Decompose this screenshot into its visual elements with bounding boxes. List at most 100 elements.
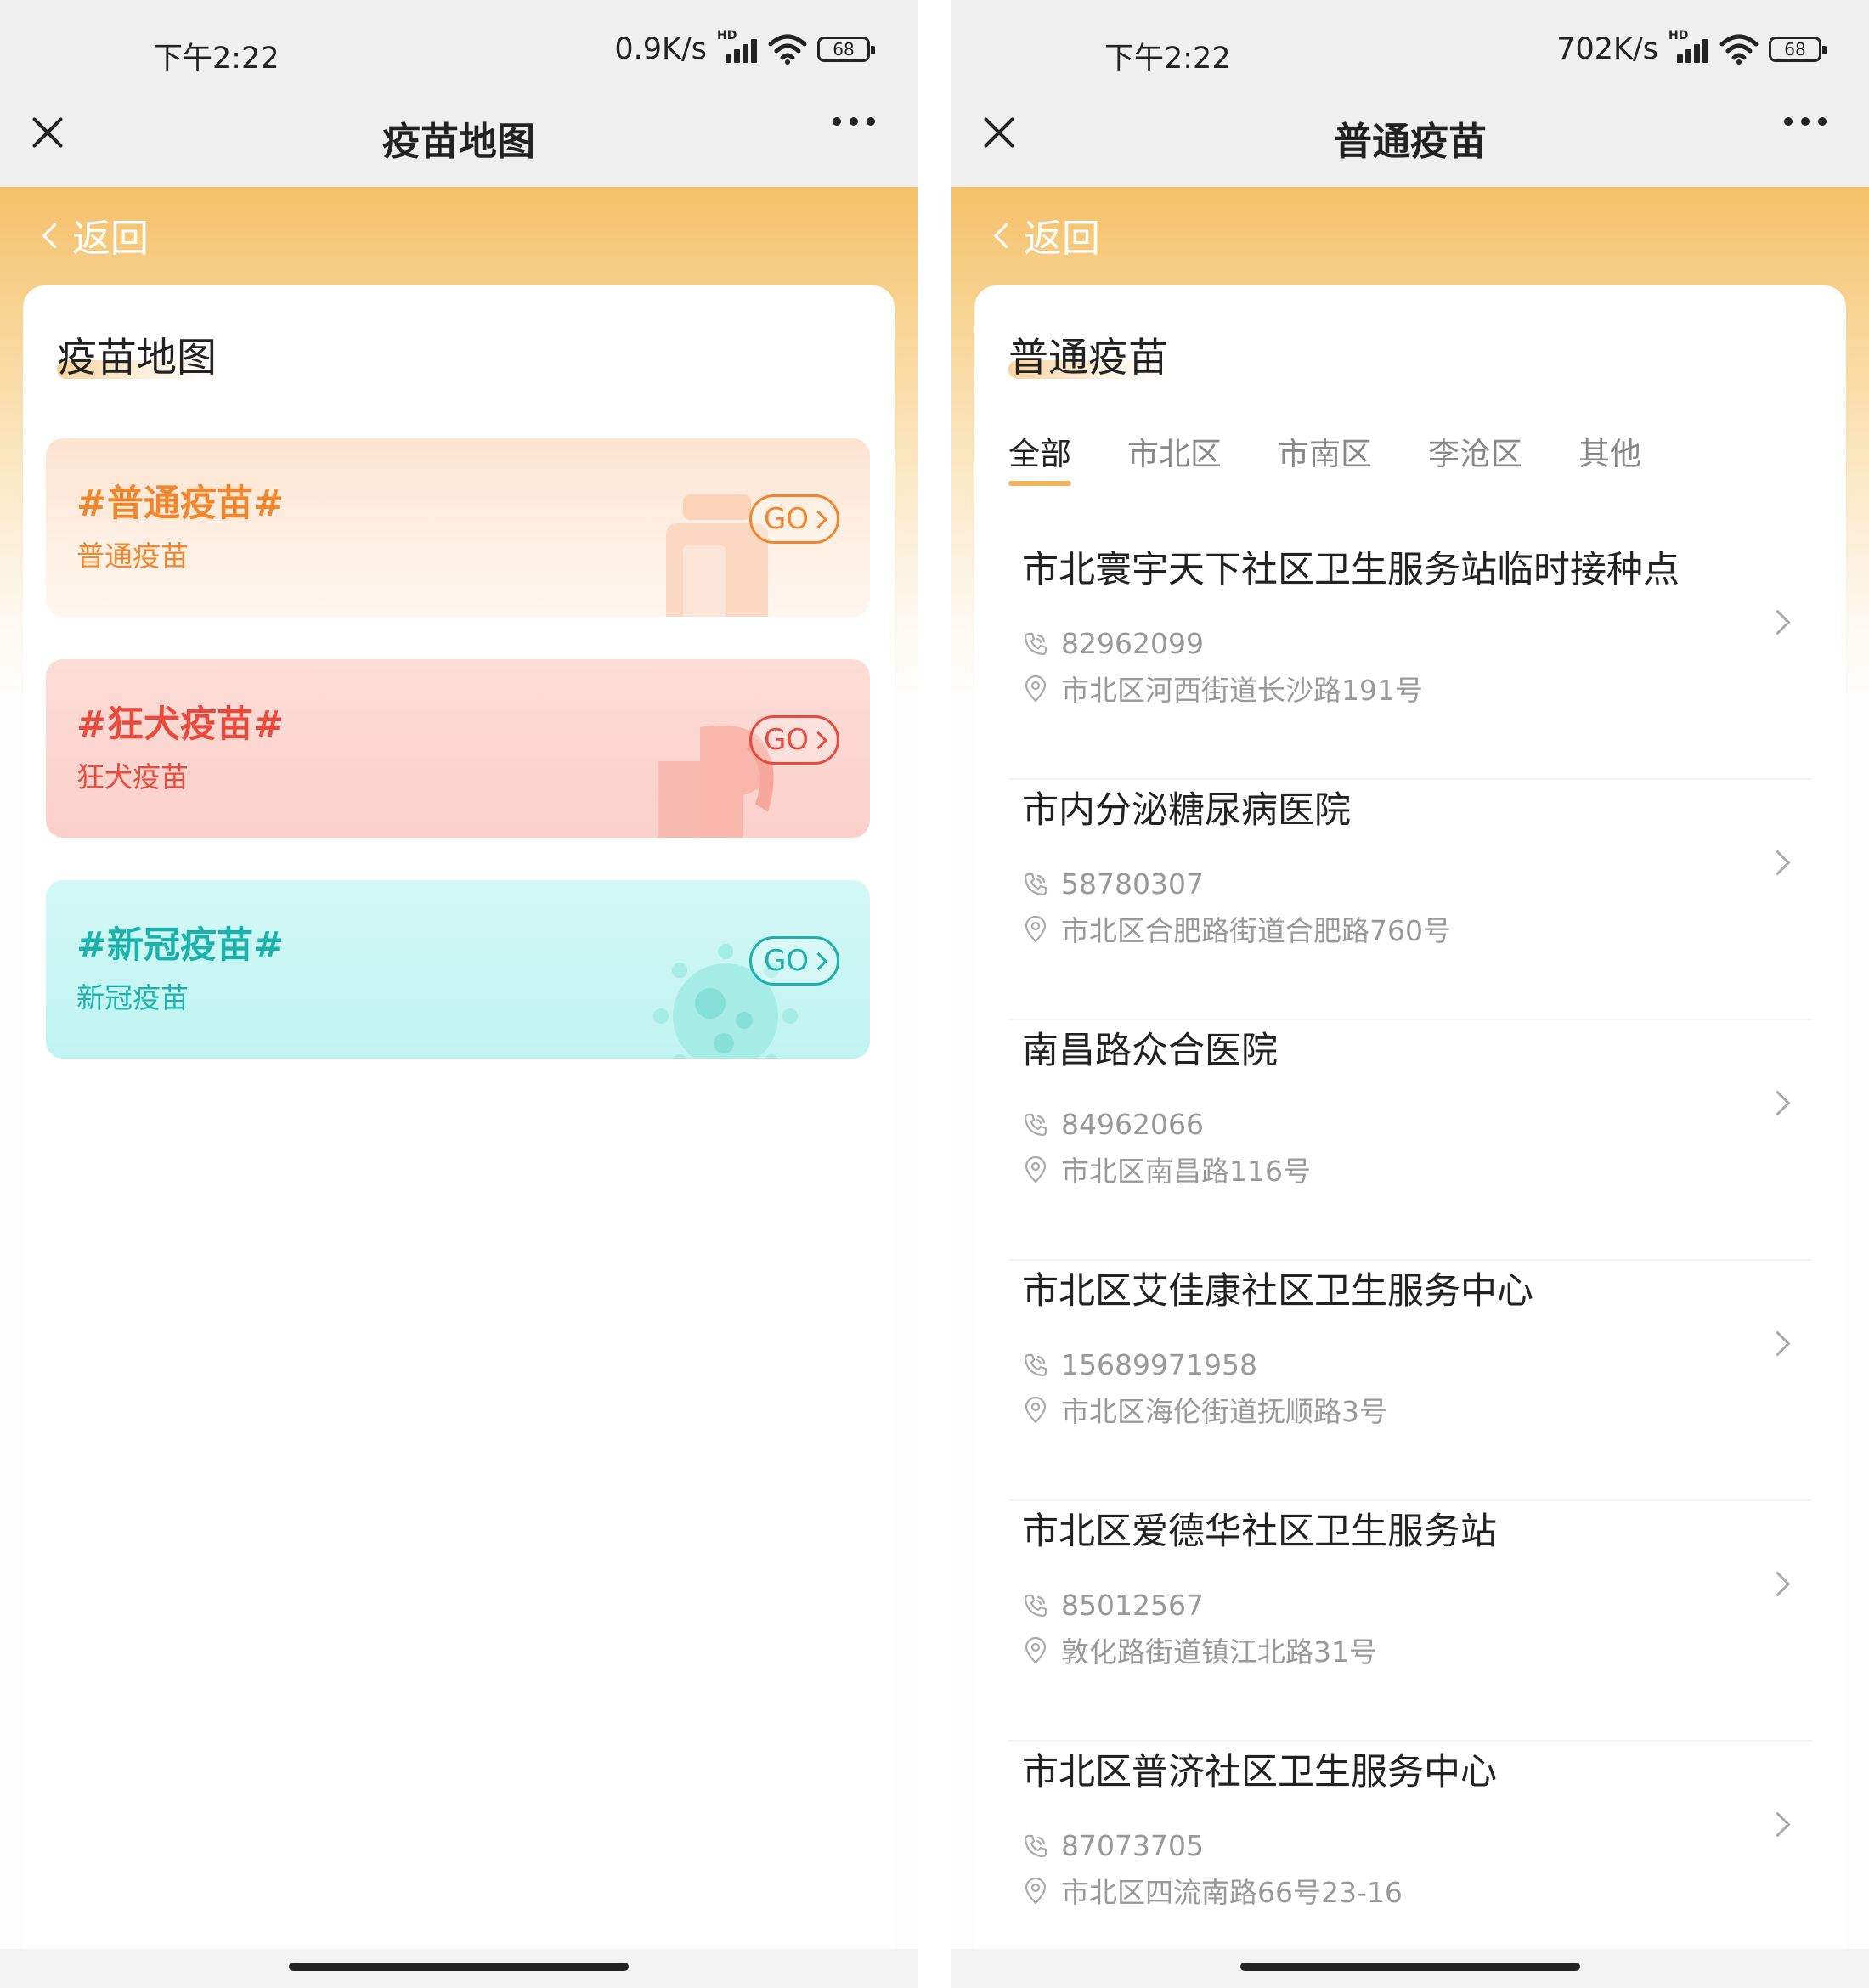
chevron-right-icon	[1765, 1090, 1791, 1116]
signal-icon: HD	[1669, 29, 1709, 66]
regular-vaccine-screen: 下午2:22 702K/s HD 68 普通疫苗 返回 普通疫苗 全部 市北区 …	[951, 0, 1869, 1988]
section-title: 疫苗地图	[57, 335, 217, 381]
go-label: GO	[763, 502, 810, 536]
home-indicator[interactable]	[0, 1949, 918, 1988]
chevron-right-icon	[1765, 1571, 1791, 1597]
home-indicator[interactable]	[951, 1949, 1869, 1988]
location-address-row: 市北区海伦街道抚顺路3号	[1022, 1389, 1387, 1430]
tab-licang[interactable]: 李沧区	[1428, 428, 1522, 474]
location-name: 市内分泌糖尿病医院	[1022, 789, 1351, 832]
location-phone: 15689971958	[1061, 1348, 1257, 1381]
location-phone-row[interactable]: 15689971958	[1022, 1348, 1257, 1381]
go-label: GO	[763, 723, 810, 757]
go-button[interactable]: GO	[749, 936, 839, 986]
divider	[1008, 1499, 1812, 1501]
more-icon[interactable]	[1784, 117, 1827, 126]
location-address: 市北区河西街道长沙路191号	[1061, 674, 1423, 707]
more-icon[interactable]	[833, 117, 875, 126]
location-address: 敦化路街道镇江北路31号	[1061, 1635, 1377, 1669]
category-title: #普通疫苗#	[76, 483, 285, 525]
location-phone-row[interactable]: 82962099	[1022, 627, 1204, 660]
divider	[1008, 778, 1812, 780]
location-name: 市北区艾佳康社区卫生服务中心	[1022, 1270, 1533, 1313]
location-phone-row[interactable]: 58780307	[1022, 867, 1204, 901]
location-list-item[interactable]: 市北寰宇天下社区卫生服务站临时接种点 82962099 市北区河西街道长沙路191号	[974, 540, 1846, 780]
title-bar: 疫苗地图	[0, 85, 918, 187]
go-label: GO	[763, 944, 810, 978]
location-phone-row[interactable]: 85012567	[1022, 1589, 1204, 1622]
location-phone-row[interactable]: 84962066	[1022, 1108, 1204, 1141]
chevron-right-icon	[1765, 609, 1791, 635]
page-title: 普通疫苗	[1333, 119, 1487, 164]
status-indicators: 702K/s HD 68	[1556, 29, 1827, 66]
back-label: 返回	[1024, 216, 1101, 261]
location-address-row: 市北区四流南路66号23-16	[1022, 1870, 1403, 1911]
location-list-item[interactable]: 市北区爱德华社区卫生服务站 85012567 敦化路街道镇江北路31号	[974, 1502, 1846, 1742]
status-time: 下午2:22	[153, 42, 280, 76]
go-button[interactable]: GO	[749, 494, 839, 544]
vaccine-map-screen: 下午2:22 0.9K/s HD 68 疫苗地图 返回 疫苗地图 #普通疫苗# …	[0, 0, 918, 1988]
wifi-icon	[1719, 34, 1759, 65]
phone-icon	[1022, 1352, 1049, 1379]
category-title: #新冠疫苗#	[76, 924, 285, 967]
back-label: 返回	[72, 216, 150, 261]
page-title: 疫苗地图	[381, 119, 535, 164]
location-address-row: 市北区南昌路116号	[1022, 1149, 1311, 1189]
location-list-item[interactable]: 市北区艾佳康社区卫生服务中心 15689971958 市北区海伦街道抚顺路3号	[974, 1262, 1846, 1501]
phone-icon	[1022, 1592, 1049, 1619]
location-phone: 58780307	[1061, 867, 1204, 901]
location-pin-icon	[1022, 1636, 1049, 1664]
content-card: 疫苗地图 #普通疫苗# 普通疫苗 GO #狂犬疫苗# 狂犬疫苗 GO #新冠疫苗…	[23, 285, 895, 1988]
location-address: 市北区南昌路116号	[1061, 1155, 1311, 1188]
location-address: 市北区海伦街道抚顺路3号	[1061, 1395, 1387, 1428]
phone-icon	[1022, 1111, 1049, 1138]
category-card-covid-vaccine[interactable]: #新冠疫苗# 新冠疫苗 GO	[46, 880, 870, 1059]
back-button[interactable]: 返回	[42, 207, 150, 263]
tab-all[interactable]: 全部	[1008, 428, 1071, 486]
chevron-right-icon	[1765, 850, 1791, 876]
location-list-item[interactable]: 市北区普济社区卫生服务中心 87073705 市北区四流南路66号23-16	[974, 1742, 1846, 1982]
location-name: 市北区普济社区卫生服务中心	[1022, 1751, 1497, 1793]
tab-other[interactable]: 其他	[1578, 428, 1641, 474]
battery-level: 68	[833, 39, 855, 59]
chevron-right-icon	[809, 731, 828, 749]
hd-label: HD	[1669, 29, 1689, 42]
go-button[interactable]: GO	[749, 715, 839, 765]
location-list-item[interactable]: 南昌路众合医院 84962066 市北区南昌路116号	[974, 1021, 1846, 1261]
phone-icon	[1022, 630, 1049, 658]
location-name: 市北区爱德华社区卫生服务站	[1022, 1511, 1497, 1553]
location-phone-row[interactable]: 87073705	[1022, 1829, 1204, 1862]
location-phone: 87073705	[1061, 1829, 1204, 1862]
battery-level: 68	[1784, 39, 1806, 59]
divider	[1008, 1259, 1812, 1261]
signal-icon: HD	[717, 29, 758, 66]
location-address-row: 市北区河西街道长沙路191号	[1022, 668, 1423, 709]
tab-shibei[interactable]: 市北区	[1127, 428, 1222, 474]
chevron-right-icon	[809, 510, 828, 528]
tab-shinan[interactable]: 市南区	[1278, 428, 1372, 474]
category-card-regular-vaccine[interactable]: #普通疫苗# 普通疫苗 GO	[46, 438, 870, 617]
hd-label: HD	[717, 29, 737, 42]
network-speed: 0.9K/s	[614, 32, 707, 66]
phone-icon	[1022, 1833, 1049, 1860]
location-pin-icon	[1022, 1155, 1049, 1183]
category-card-rabies-vaccine[interactable]: #狂犬疫苗# 狂犬疫苗 GO	[46, 659, 870, 838]
location-pin-icon	[1022, 1877, 1049, 1905]
location-address-row: 市北区合肥路街道合肥路760号	[1022, 908, 1451, 949]
back-chevron-icon	[993, 223, 1019, 249]
back-button[interactable]: 返回	[993, 207, 1101, 263]
section-title: 普通疫苗	[1008, 335, 1168, 381]
location-list-item[interactable]: 市内分泌糖尿病医院 58780307 市北区合肥路街道合肥路760号	[974, 781, 1846, 1020]
location-phone: 82962099	[1061, 627, 1204, 660]
chevron-right-icon	[1765, 1811, 1791, 1838]
location-address: 市北区四流南路66号23-16	[1061, 1876, 1403, 1909]
network-speed: 702K/s	[1556, 32, 1658, 66]
location-pin-icon	[1022, 915, 1049, 943]
status-indicators: 0.9K/s HD 68	[614, 29, 875, 66]
location-pin-icon	[1022, 675, 1049, 703]
location-pin-icon	[1022, 1396, 1049, 1424]
district-tabs: 全部 市北区 市南区 李沧区 其他	[1008, 428, 1641, 486]
chevron-right-icon	[1765, 1330, 1791, 1357]
location-address-row: 敦化路街道镇江北路31号	[1022, 1629, 1377, 1670]
battery-icon: 68	[1769, 37, 1827, 62]
